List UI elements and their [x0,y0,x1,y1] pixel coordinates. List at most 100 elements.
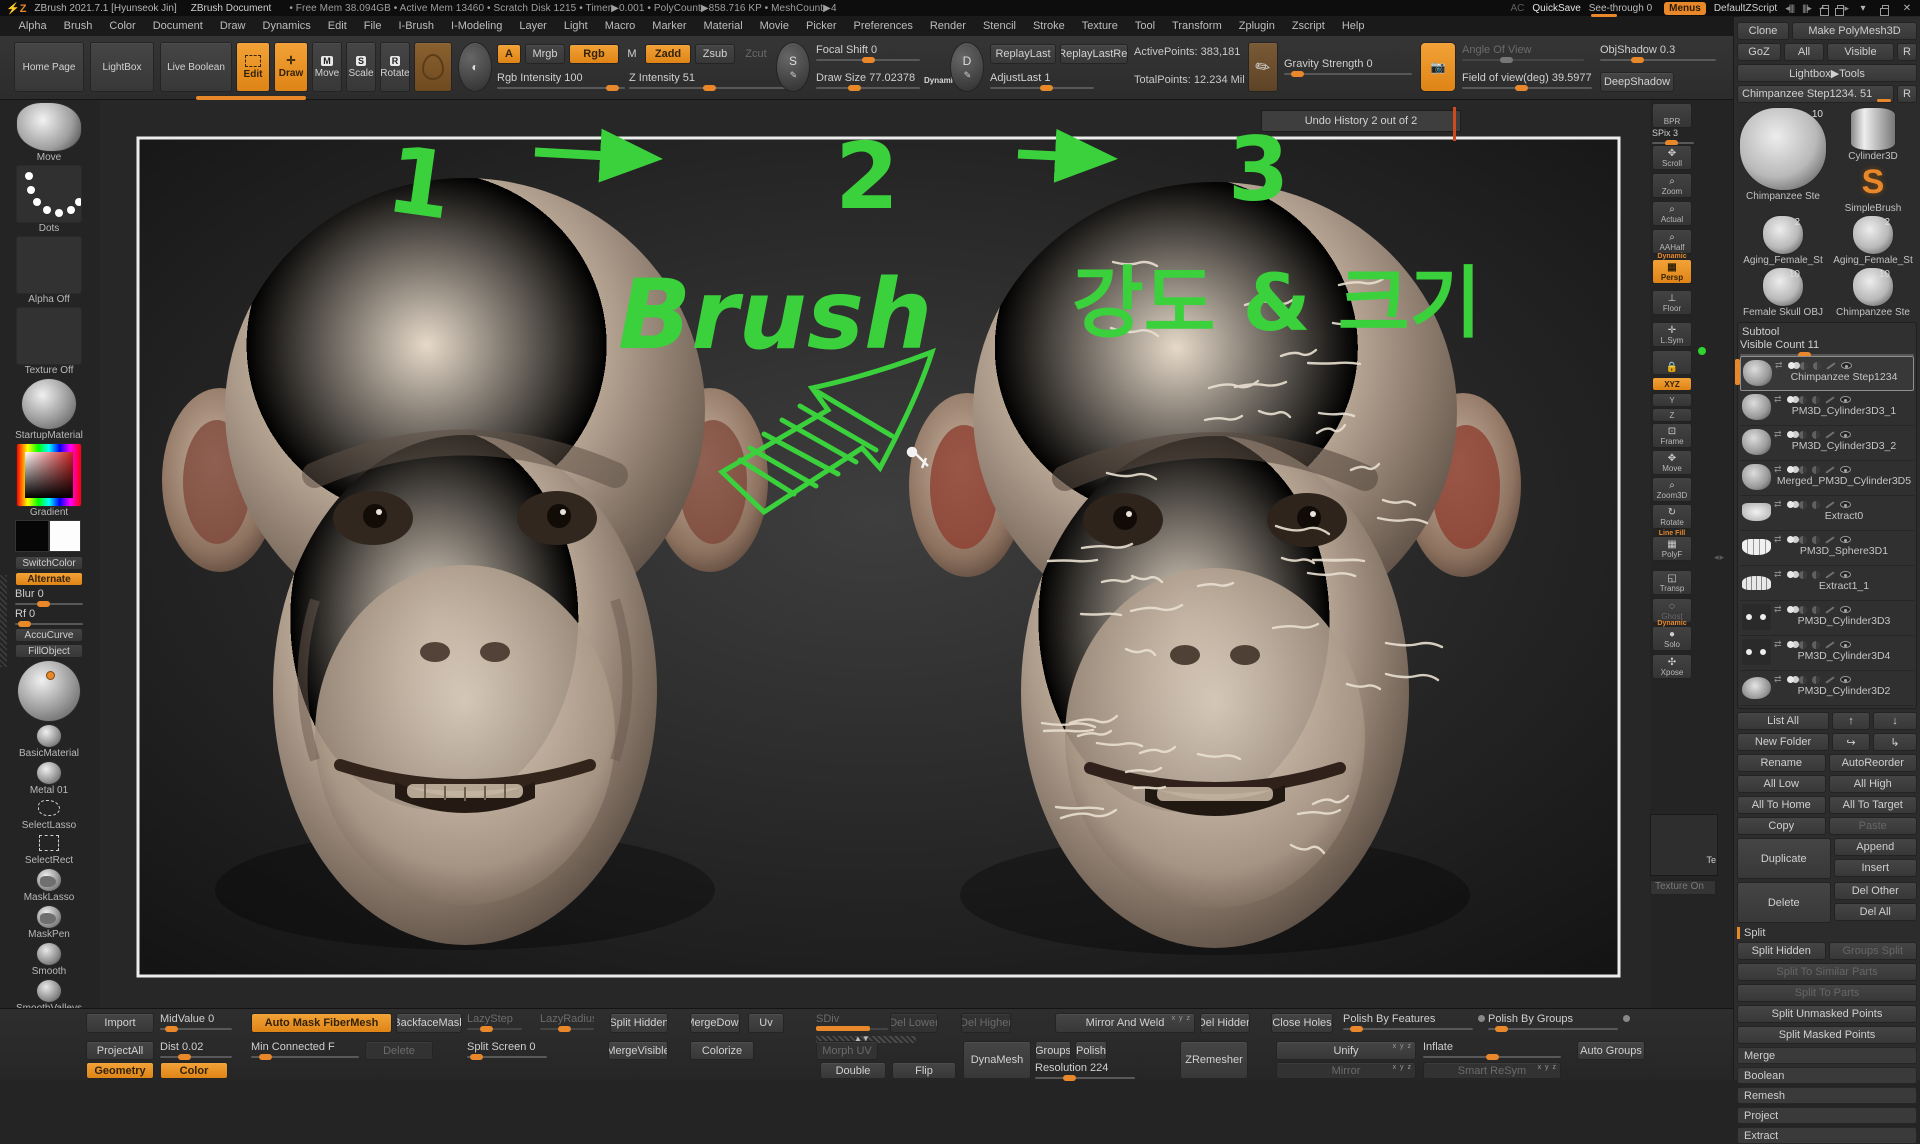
menu-stroke[interactable]: Stroke [1024,20,1073,32]
right-solo-button[interactable]: Dynamic●Solo [1652,626,1692,651]
right-zoom3d-button[interactable]: ⌕Zoom3D [1652,477,1692,502]
pen-icon[interactable] [1825,571,1834,578]
section-project[interactable]: Project [1737,1107,1917,1124]
quicksave-button[interactable]: QuickSave [1532,3,1580,14]
gravity-slider[interactable]: Gravity Strength 0 [1284,58,1412,78]
half2-icon[interactable] [1812,606,1820,614]
eye-icon[interactable] [1840,676,1851,683]
section-merge[interactable]: Merge [1737,1047,1917,1064]
new-folder-button[interactable]: New Folder [1737,733,1829,751]
mirror_and_weld-xyz-tag[interactable]: x y z [1172,1015,1191,1022]
section-extract[interactable]: Extract [1737,1127,1917,1144]
subtool-item[interactable]: ⇄PM3D_Cylinder3D2 [1740,671,1914,706]
right-persp-button[interactable]: Dynamic▦Persp [1652,259,1692,284]
eye-icon[interactable] [1840,606,1851,613]
pen-icon[interactable] [1825,536,1834,543]
m_btn-button[interactable]: M [623,44,641,64]
d_widget-button[interactable]: D✎ [950,42,984,92]
tool-item[interactable]: 2Aging_Female_St [1830,215,1916,266]
edit-button[interactable]: Edit [236,42,270,92]
half-icon[interactable] [1800,362,1808,370]
menu-help[interactable]: Help [1333,20,1373,32]
current-tool-slider[interactable]: Chimpanzee Step1234. 51 [1737,85,1894,103]
adjust_last-slider[interactable]: AdjustLast 1 [990,72,1094,92]
mergevisible-button[interactable]: MergeVisible [608,1041,668,1060]
automask-button[interactable]: Auto Mask FiberMesh [251,1013,392,1033]
split-to-parts-button[interactable]: Split To Parts [1737,984,1917,1002]
undo-history-marker[interactable] [1453,107,1456,141]
secondary-color-swatch[interactable] [49,520,81,552]
menu-zscript[interactable]: Zscript [1283,20,1333,32]
subtool-down-button[interactable]: ↓ [1873,712,1917,730]
menu-alpha[interactable]: Alpha [10,20,55,32]
pen-icon[interactable] [1825,431,1834,438]
subtool-up-button[interactable]: ↑ [1832,712,1870,730]
right-aahalf-button[interactable]: ⌕AAHalf [1652,229,1692,254]
half-icon[interactable] [1799,536,1807,544]
half-icon[interactable] [1799,396,1807,404]
mrgb-button[interactable]: Mrgb [525,44,565,64]
draw_size-slider[interactable]: Draw Size 77.02378 [816,72,920,92]
material_sphere-button[interactable]: ◐ [458,42,492,92]
pen-icon[interactable] [1825,641,1834,648]
pen-icon[interactable] [1825,396,1834,403]
tool-item[interactable]: 10Chimpanzee Ste [1830,267,1916,318]
mask_lasso-thumbnail[interactable] [36,868,62,892]
resolution-slider[interactable]: Resolution 224 [1035,1062,1135,1079]
right-transp-button[interactable]: ◱Transp [1652,570,1692,595]
close-icon[interactable]: ✕ [1900,3,1914,14]
tool-item[interactable]: Cylinder3D [1830,107,1916,162]
double-button[interactable]: Double [820,1062,886,1079]
autoreorder-button[interactable]: AutoReorder [1829,754,1918,772]
menus-button[interactable]: Menus [1664,2,1706,15]
camera-button[interactable]: 📷 [1420,42,1456,92]
right-actual-button[interactable]: ⌕Actual [1652,201,1692,226]
tool-item[interactable]: 10Female Skull OBJ [1737,267,1829,318]
half2-icon[interactable] [1812,396,1820,404]
home_page-button[interactable]: Home Page [14,42,84,92]
color_picker-thumbnail[interactable] [16,443,82,507]
menu-texture[interactable]: Texture [1073,20,1126,32]
menu-movie[interactable]: Movie [751,20,797,32]
right-xpose-button[interactable]: ✣Xpose [1652,654,1692,679]
right-rotate3d-button[interactable]: ↻Rotate [1652,504,1692,529]
right-spix-slider[interactable]: SPix 3 [1652,127,1694,143]
alternate-button[interactable]: Alternate [15,572,83,586]
subtool-item[interactable]: ⇄PM3D_Cylinder3D4 [1740,636,1914,671]
mirror_b-xyz-tag[interactable]: x y z [1393,1064,1412,1071]
delete_dim-button[interactable]: Delete [365,1041,433,1060]
polish_features-slider[interactable]: Polish By Features [1343,1013,1473,1033]
s_widget-button[interactable]: S✎ [776,42,810,92]
restore-icon[interactable] [1878,3,1892,14]
paste-button[interactable]: Paste [1829,817,1918,835]
smart_resym-xyz-tag[interactable]: x y z [1538,1064,1557,1071]
clone-button[interactable]: Clone [1737,22,1789,40]
panel-divider-arrows[interactable]: ◂▸ [1714,552,1725,563]
goz-button[interactable]: GoZ [1737,43,1781,61]
reorder-arrow-icon[interactable]: ⇄ [1774,534,1782,545]
reorder-arrow-icon[interactable]: ⇄ [1774,499,1782,510]
tool-item[interactable]: 2Aging_Female_St [1737,215,1829,266]
split-similar-button[interactable]: Split To Similar Parts [1737,963,1917,981]
pen-icon[interactable] [1825,676,1834,683]
right-scroll-button[interactable]: ✥Scroll [1652,145,1692,170]
tool-item[interactable]: SSimpleBrush [1830,163,1916,214]
minimize-icon[interactable]: ▾ [1856,3,1870,14]
eye-icon[interactable] [1840,431,1851,438]
split_hidden_b-button[interactable]: Split Hidden [610,1013,668,1033]
menu-draw[interactable]: Draw [211,20,254,32]
half-icon[interactable] [1799,501,1807,509]
eye-icon[interactable] [1840,641,1851,648]
backfacemask-button[interactable]: BackfaceMask [396,1013,462,1033]
polish_features-mode-dot[interactable] [1478,1015,1485,1022]
r2-button[interactable]: R [1897,85,1917,103]
geometry-button[interactable]: Geometry [86,1062,154,1079]
move_brush-thumbnail[interactable] [16,102,82,152]
menu-i-brush[interactable]: I-Brush [390,20,442,32]
smart_resym-button[interactable]: x y zSmart ReSym [1423,1062,1561,1079]
min_connected-slider[interactable]: Min Connected F [251,1041,359,1060]
obj_shadow-slider[interactable]: ObjShadow 0.3 [1600,44,1716,64]
make-polymesh3d-button[interactable]: Make PolyMesh3D [1792,22,1917,40]
right-lsym-button[interactable]: ✛L.Sym [1652,322,1692,347]
colorize-button[interactable]: Colorize [690,1041,754,1060]
